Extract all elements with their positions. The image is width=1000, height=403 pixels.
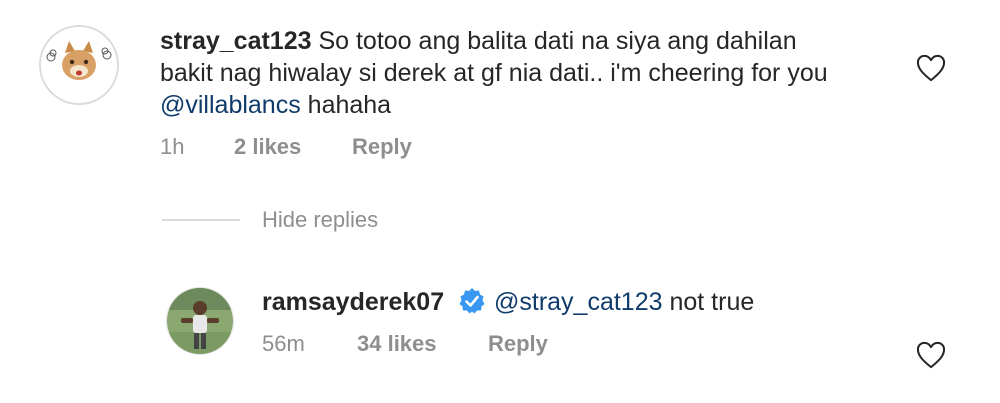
reply-text-line: @stray_cat123 not true — [494, 286, 754, 318]
reply-username-text[interactable]: ramsayderek07 — [262, 288, 444, 316]
heart-outline-icon[interactable] — [916, 341, 946, 369]
comment-reply-button[interactable]: Reply — [352, 134, 412, 160]
reply-text: not true — [662, 288, 755, 316]
avatar[interactable] — [166, 287, 234, 355]
comment-line-3: @villablancs hahaha — [160, 89, 391, 121]
reply-likes[interactable]: 34 likes — [357, 331, 437, 357]
comment-text-line1: So totoo ang balita dati na siya ang dah… — [311, 27, 797, 55]
comment-text-line3: hahaha — [300, 91, 392, 119]
avatar[interactable] — [39, 25, 119, 105]
verified-badge-icon — [459, 288, 485, 314]
replies-divider — [162, 219, 240, 221]
cat-avatar-image — [41, 27, 117, 103]
comment-likes[interactable]: 2 likes — [234, 134, 301, 160]
reply-username: ramsayderek07 — [262, 286, 444, 318]
comment-username[interactable]: stray_cat123 — [160, 27, 312, 55]
hide-replies-button[interactable]: Hide replies — [262, 207, 378, 233]
mention-link[interactable]: @villablancs — [160, 91, 301, 119]
reply-mention-link[interactable]: @stray_cat123 — [494, 288, 663, 316]
reply-reply-button[interactable]: Reply — [488, 331, 548, 357]
comment-time: 1h — [160, 134, 185, 159]
man-avatar-image — [167, 288, 233, 354]
heart-outline-icon[interactable] — [916, 54, 946, 82]
comment-text-line2: bakit nag hiwalay si derek at gf nia dat… — [160, 59, 828, 87]
comment-line-1: stray_cat123 So totoo ang balita dati na… — [160, 25, 797, 57]
reply-time: 56m — [262, 331, 305, 356]
